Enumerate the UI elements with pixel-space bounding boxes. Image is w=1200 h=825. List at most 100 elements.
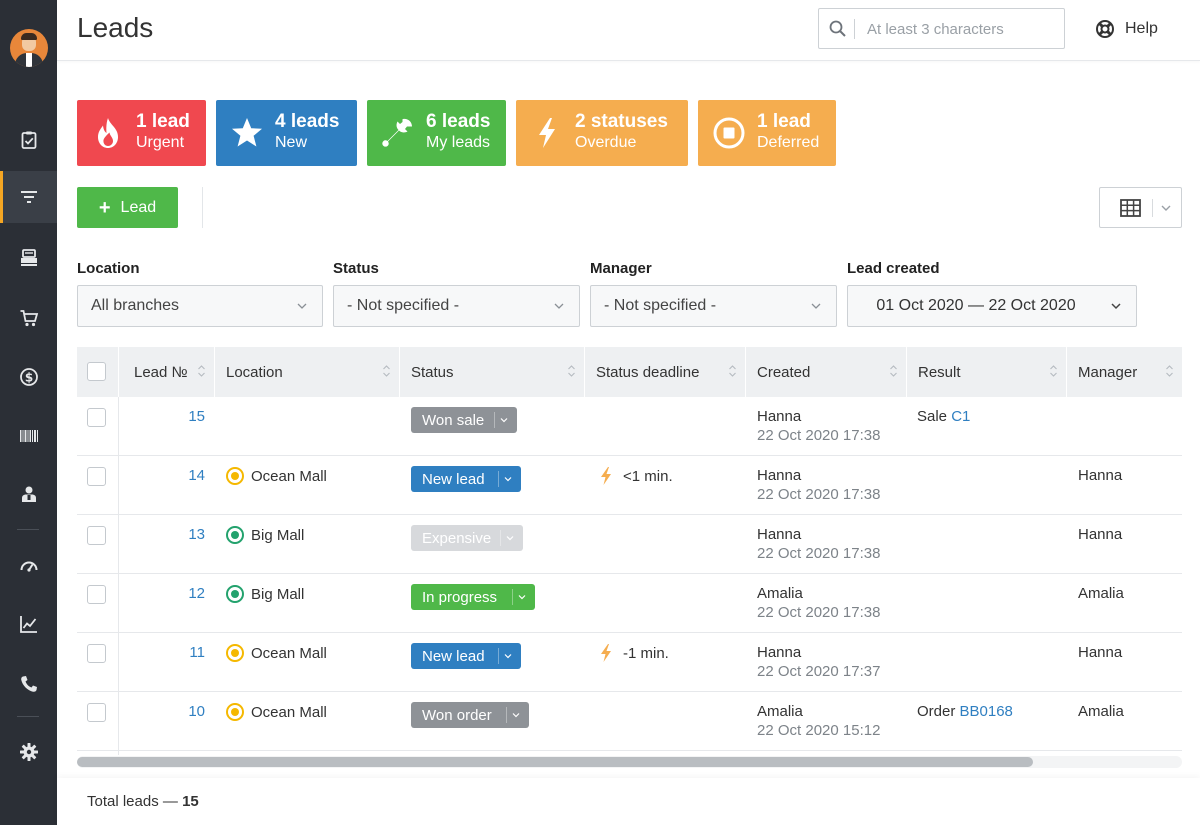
row-checkbox[interactable]: [87, 703, 106, 722]
sidebar-item-tasks[interactable]: [0, 114, 57, 166]
column-header-status-deadline[interactable]: Status deadline: [585, 347, 746, 397]
add-lead-button[interactable]: + Lead: [77, 187, 178, 228]
lead-number-link[interactable]: 11: [153, 644, 205, 661]
sidebar-item-dashboard[interactable]: [0, 540, 57, 592]
chevron-down-icon: [504, 477, 512, 482]
tile-overdue-label: Overdue: [575, 134, 637, 151]
select-all-checkbox[interactable]: [87, 362, 106, 381]
leads-app: $ Leads Help: [0, 0, 1200, 825]
result-link[interactable]: C1: [951, 408, 970, 425]
lead-number-link[interactable]: 10: [153, 703, 205, 720]
gear-icon: [19, 743, 38, 761]
filter-status-select[interactable]: - Not specified -: [333, 285, 580, 327]
result-link[interactable]: BB0168: [960, 703, 1013, 720]
row-checkbox[interactable]: [87, 585, 106, 604]
status-dropdown[interactable]: New lead: [411, 643, 521, 669]
sidebar-item-cash-register[interactable]: [0, 232, 57, 284]
filter-manager-select[interactable]: - Not specified -: [590, 285, 837, 327]
sort-icon: [1050, 365, 1057, 377]
filter-location-value: All branches: [91, 297, 180, 314]
location-name: Ocean Mall: [251, 703, 327, 721]
sidebar-item-calls[interactable]: [0, 658, 57, 710]
filter-location-select[interactable]: All branches: [77, 285, 323, 327]
status-dropdown[interactable]: In progress: [411, 584, 535, 610]
table-row[interactable]: 11 Ocean Mall New lead -1 min. Hanna 22 …: [77, 633, 1182, 692]
sidebar-item-customers[interactable]: [0, 468, 57, 520]
created-date: 22 Oct 2020 17:38: [757, 427, 881, 444]
row-checkbox[interactable]: [87, 467, 106, 486]
created-by: Hanna: [757, 526, 802, 543]
column-header-created[interactable]: Created: [746, 347, 907, 397]
sort-icon: [568, 365, 575, 377]
lead-number-link[interactable]: 12: [153, 585, 205, 602]
column-header-location[interactable]: Location: [215, 347, 400, 397]
scrollbar-thumb[interactable]: [77, 757, 1033, 767]
row-checkbox[interactable]: [87, 644, 106, 663]
column-header-result[interactable]: Result: [907, 347, 1067, 397]
sort-icon: [729, 365, 736, 377]
column-header-lead-no[interactable]: Lead №: [119, 347, 215, 397]
lead-number-link[interactable]: 15: [153, 408, 205, 425]
row-checkbox[interactable]: [87, 526, 106, 545]
tile-new-count: 4 leads: [275, 111, 340, 132]
lead-number-link[interactable]: 13: [153, 526, 205, 543]
sidebar-item-finance[interactable]: $: [0, 351, 57, 403]
table-row[interactable]: 10 Ocean Mall Won order Amalia 22 Oct 20…: [77, 692, 1182, 751]
row-checkbox[interactable]: [87, 408, 106, 427]
tile-deferred-label: Deferred: [757, 134, 820, 151]
created-cell: Hanna 22 Oct 2020 17:37: [757, 644, 880, 680]
search-input[interactable]: [867, 19, 1057, 39]
search-icon: [829, 20, 846, 37]
result-text: Order: [917, 703, 956, 720]
chevron-down-icon: [1111, 303, 1121, 310]
branch-marker-icon: [226, 526, 244, 544]
tile-new[interactable]: 4 leads New: [216, 100, 357, 166]
sidebar-item-settings[interactable]: [0, 726, 57, 778]
sidebar-item-reports[interactable]: [0, 598, 57, 650]
tile-urgent[interactable]: 1 lead Urgent: [77, 100, 206, 166]
search-box[interactable]: [818, 8, 1065, 49]
status-dropdown[interactable]: New lead: [411, 466, 521, 492]
status-dropdown[interactable]: Expensive: [411, 525, 523, 551]
table-row[interactable]: 14 Ocean Mall New lead <1 min. Hanna 22 …: [77, 456, 1182, 515]
location-cell: Ocean Mall: [226, 703, 327, 721]
chevron-down-icon: [811, 303, 821, 309]
sidebar-item-shop[interactable]: [0, 292, 57, 344]
created-cell: Hanna 22 Oct 2020 17:38: [757, 408, 880, 444]
manager-cell: Amalia: [1078, 703, 1124, 720]
location-cell: Big Mall: [226, 526, 304, 544]
manager-cell: Hanna: [1078, 467, 1123, 484]
sidebar-item-leads[interactable]: [0, 171, 57, 223]
table-row[interactable]: 15 Won sale Hanna 22 Oct 2020 17:38 Sale…: [77, 397, 1182, 456]
avatar[interactable]: [10, 29, 48, 67]
horizontal-scrollbar[interactable]: [77, 756, 1182, 768]
table-view-button[interactable]: [1099, 187, 1182, 228]
location-cell: Ocean Mall: [226, 644, 327, 662]
help-button[interactable]: Help: [1095, 18, 1158, 40]
chevron-down-icon: [297, 303, 307, 309]
table-row[interactable]: 12 Big Mall In progress Amalia 22 Oct 20…: [77, 574, 1182, 633]
created-by: Hanna: [757, 644, 802, 661]
created-by: Hanna: [757, 467, 802, 484]
filter-created-date-range[interactable]: 01 Oct 2020 — 22 Oct 2020: [847, 285, 1137, 327]
status-dropdown[interactable]: Won sale: [411, 407, 517, 433]
chevron-down-icon: [500, 418, 508, 423]
location-cell: Ocean Mall: [226, 467, 327, 485]
dollar-circle-icon: $: [19, 368, 38, 386]
column-header-status[interactable]: Status: [400, 347, 585, 397]
lightning-icon: [601, 467, 611, 485]
status-label: Won sale: [422, 411, 485, 429]
lead-number-link[interactable]: 14: [153, 467, 205, 484]
help-label: Help: [1125, 20, 1158, 37]
status-dropdown[interactable]: Won order: [411, 702, 529, 728]
sidebar-item-inventory[interactable]: [0, 410, 57, 462]
tile-my-leads[interactable]: 6 leads My leads: [367, 100, 506, 166]
table-row[interactable]: 13 Big Mall Expensive Hanna 22 Oct 2020 …: [77, 515, 1182, 574]
tile-my-leads-label: My leads: [426, 134, 491, 151]
tile-deferred[interactable]: 1 lead Deferred: [698, 100, 836, 166]
deadline-text: <1 min.: [623, 467, 673, 485]
column-header-manager[interactable]: Manager: [1067, 347, 1182, 397]
star-icon: [232, 118, 262, 147]
tile-overdue[interactable]: 2 statuses Overdue: [516, 100, 688, 166]
tile-overdue-count: 2 statuses: [575, 111, 668, 132]
